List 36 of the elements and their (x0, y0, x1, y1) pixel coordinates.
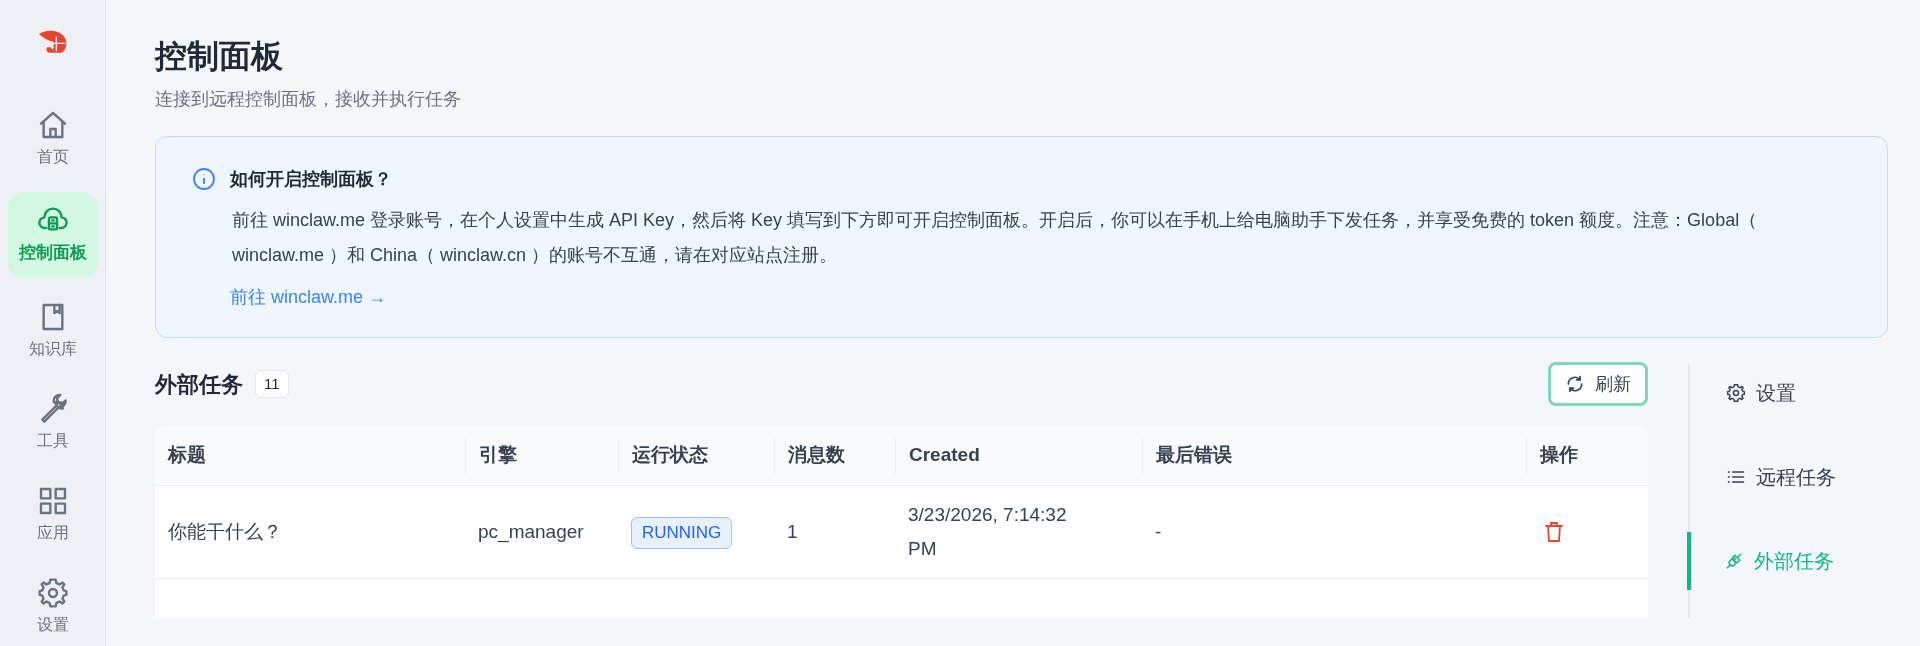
status-badge: RUNNING (631, 517, 733, 549)
nav-item[interactable]: 知识库 (7, 292, 98, 370)
nav-item[interactable]: 首页 (7, 100, 98, 178)
info-text: 前往 winclaw.me 登录账号，在个人设置中生成 API Key，然后将 Key 填写到下方即可开启控制面板。开启后，你可以在手机上给电脑助手下发任务，并享受免费的 token 额度。注意：Global（ winclaw.me ）和 China（ winclaw.cn ）的账号不互通，请在对应站点注册。 (231, 209, 1759, 267)
nav-item[interactable]: 应用 (7, 476, 98, 554)
page-title: 控制面板 (155, 37, 284, 76)
delete-icon[interactable] (1544, 521, 1564, 543)
refresh-icon (1565, 374, 1585, 394)
info-icon (192, 167, 216, 191)
table-cell: pc_manager (478, 521, 584, 542)
column-header: 最后错误 (1156, 443, 1232, 468)
column-header: 标题 (168, 443, 206, 468)
column-header: 操作 (1540, 443, 1578, 468)
side-tab[interactable]: 设置 (1690, 364, 1888, 422)
table-cell-text: 3/23/2026, 7:14:32 PM (908, 503, 1068, 561)
column-header: 运行状态 (632, 443, 708, 468)
column-header: Created (909, 443, 980, 468)
plug-icon (1724, 551, 1744, 571)
info-heading: 如何开启控制面板？ (230, 168, 393, 191)
settings-icon (1726, 383, 1746, 403)
side-tab[interactable]: 外部任务 (1687, 532, 1888, 590)
page-subtitle: 连接到远程控制面板，接收并执行任务 (155, 88, 462, 111)
nav-item[interactable]: 设置 (7, 568, 98, 646)
column-header: 引擎 (479, 443, 517, 468)
side-tab[interactable]: 远程任务 (1690, 448, 1888, 506)
table-cell: 你能干什么？ (168, 521, 282, 542)
column-header: 消息数 (788, 443, 845, 468)
site-link[interactable]: 前往 winclaw.me → (230, 283, 387, 311)
section-title: 外部任务 (155, 370, 243, 399)
nav-item[interactable]: 控制面板 (7, 192, 98, 278)
settings-icon (36, 577, 69, 609)
count-badge: 11 (255, 369, 289, 399)
nav-item[interactable]: 工具 (7, 384, 98, 462)
table-cell: 1 (787, 521, 798, 542)
refresh-button[interactable]: 刷新 (1548, 362, 1648, 406)
table-cell: - (1155, 521, 1162, 542)
